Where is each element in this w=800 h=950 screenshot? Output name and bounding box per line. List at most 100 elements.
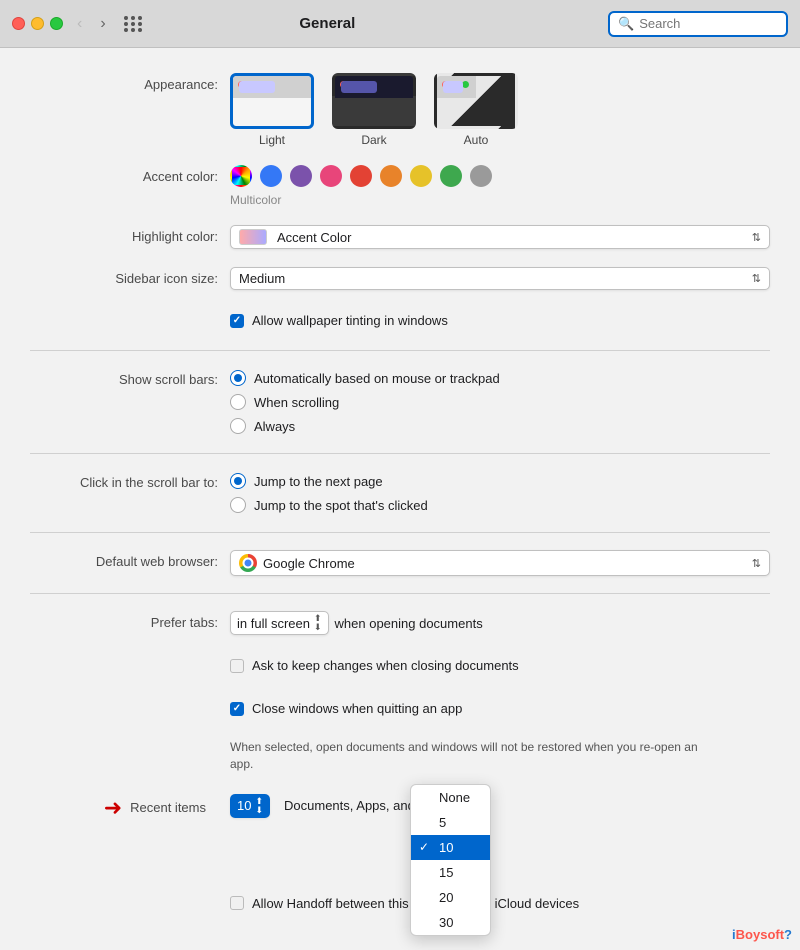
scroll-bars-auto-radio[interactable] (230, 370, 246, 386)
ask-keep-content: Ask to keep changes when closing documen… (230, 653, 770, 678)
appearance-label: Appearance: (30, 73, 230, 92)
watermark-brand: Boysoft (736, 927, 784, 942)
default-browser-section: Default web browser: Google Chrome ⇅ (30, 545, 770, 581)
appearance-dark-label: Dark (361, 133, 386, 147)
sidebar-icon-size-value: Medium (239, 271, 285, 286)
menu-item-30[interactable]: 30 (411, 910, 490, 935)
ask-keep-label: Ask to keep changes when closing documen… (252, 658, 519, 673)
accent-graphite[interactable] (470, 165, 492, 187)
handoff-content: Allow Handoff between this Mac and your … (230, 891, 770, 916)
ask-keep-checkbox-row: Ask to keep changes when closing documen… (230, 653, 770, 678)
default-browser-value: Google Chrome (263, 556, 355, 571)
recent-items-arrows: ⬆⬇ (255, 797, 263, 815)
menu-item-30-label: 30 (439, 915, 453, 930)
appearance-thumb-light[interactable] (230, 73, 314, 129)
default-browser-row: Default web browser: Google Chrome ⇅ (30, 545, 770, 581)
accent-color-content: Multicolor (230, 165, 770, 207)
accent-pink[interactable] (320, 165, 342, 187)
menu-item-10[interactable]: ✓ 10 (411, 835, 490, 860)
wallpaper-tinting-checkbox[interactable] (230, 314, 244, 328)
search-input[interactable] (639, 16, 779, 31)
appearance-dark[interactable]: Dark (332, 73, 416, 147)
default-browser-content: Google Chrome ⇅ (230, 550, 770, 576)
accent-color-section: Accent color: Multicolor (30, 160, 770, 212)
appearance-light-label: Light (259, 133, 285, 147)
handoff-section: Allow Handoff between this Mac and your … (30, 886, 770, 921)
appearance-light[interactable]: Light (230, 73, 314, 147)
recent-items-inline: 10 ⬆⬇ None 5 ✓ 10 (230, 794, 770, 818)
wallpaper-tinting-checkbox-row: Allow wallpaper tinting in windows (230, 308, 770, 333)
appearance-auto[interactable]: Auto (434, 73, 518, 147)
scroll-bars-scrolling-label: When scrolling (254, 395, 339, 410)
appearance-thumb-auto[interactable] (434, 73, 518, 129)
highlight-color-content: Accent Color ⇅ (230, 225, 770, 249)
scroll-bars-label: Show scroll bars: (30, 368, 230, 387)
accent-yellow[interactable] (410, 165, 432, 187)
prefer-tabs-inline: in full screen ⬆⬇ when opening documents (230, 611, 770, 635)
highlight-color-section: Highlight color: Accent Color ⇅ (30, 220, 770, 254)
menu-item-5-label: 5 (439, 815, 446, 830)
minimize-button[interactable] (31, 17, 44, 30)
handoff-checkbox[interactable] (230, 896, 244, 910)
accent-blue[interactable] (260, 165, 282, 187)
close-windows-checkbox[interactable] (230, 702, 244, 716)
default-browser-arrow: ⇅ (752, 557, 761, 570)
recent-items-label: ➜ Recent items (30, 791, 230, 821)
accent-red[interactable] (350, 165, 372, 187)
highlight-color-label: Highlight color: (30, 225, 230, 244)
recent-items-text: Recent items (130, 800, 206, 815)
accent-sublabel: Multicolor (230, 193, 770, 207)
sidebar-icon-size-row: Sidebar icon size: Medium ⇅ (30, 262, 770, 295)
menu-item-20[interactable]: 20 (411, 885, 490, 910)
prefer-tabs-section: Prefer tabs: in full screen ⬆⬇ when open… (30, 606, 770, 640)
menu-item-15[interactable]: 15 (411, 860, 490, 885)
click-scroll-section: Click in the scroll bar to: Jump to the … (30, 466, 770, 520)
accent-green[interactable] (440, 165, 462, 187)
scroll-bars-always-radio[interactable] (230, 418, 246, 434)
prefer-tabs-suffix: when opening documents (335, 616, 483, 631)
restore-note-text: When selected, open documents and window… (230, 739, 710, 773)
highlight-color-arrow: ⇅ (752, 231, 761, 244)
prefer-tabs-select[interactable]: in full screen ⬆⬇ (230, 611, 329, 635)
titlebar: ‹ › General 🔍 (0, 0, 800, 48)
menu-item-5[interactable]: 5 (411, 810, 490, 835)
highlight-color-select[interactable]: Accent Color ⇅ (230, 225, 770, 249)
handoff-spacer (30, 891, 230, 895)
click-scroll-next-radio[interactable] (230, 473, 246, 489)
accent-purple[interactable] (290, 165, 312, 187)
traffic-lights (12, 17, 63, 30)
click-scroll-options: Jump to the next page Jump to the spot t… (230, 471, 770, 515)
accent-color-label: Accent color: (30, 165, 230, 184)
ask-keep-spacer (30, 653, 230, 657)
close-windows-content: Close windows when quitting an app (230, 696, 770, 721)
close-button[interactable] (12, 17, 25, 30)
prefer-tabs-arrows: ⬆⬇ (314, 614, 322, 632)
appearance-thumb-dark[interactable] (332, 73, 416, 129)
sidebar-icon-size-arrow: ⇅ (752, 272, 761, 285)
recent-items-select[interactable]: 10 ⬆⬇ (230, 794, 270, 818)
prefer-tabs-label: Prefer tabs: (30, 611, 230, 630)
menu-item-none[interactable]: None (411, 785, 490, 810)
chrome-icon (239, 554, 257, 572)
recent-items-content: 10 ⬆⬇ None 5 ✓ 10 (230, 794, 770, 818)
handoff-checkbox-row: Allow Handoff between this Mac and your … (230, 891, 770, 916)
click-scroll-next-row: Jump to the next page (230, 471, 770, 491)
page-title: General (57, 15, 598, 32)
accent-orange[interactable] (380, 165, 402, 187)
close-windows-checkbox-row: Close windows when quitting an app (230, 696, 770, 721)
menu-item-15-label: 15 (439, 865, 453, 880)
scroll-bars-scrolling-row: When scrolling (230, 392, 770, 412)
click-scroll-spot-radio[interactable] (230, 497, 246, 513)
scroll-bars-scrolling-radio[interactable] (230, 394, 246, 410)
default-browser-select[interactable]: Google Chrome ⇅ (230, 550, 770, 576)
scroll-bars-options: Automatically based on mouse or trackpad… (230, 368, 770, 436)
close-windows-label: Close windows when quitting an app (252, 701, 462, 716)
restore-note-content: When selected, open documents and window… (230, 739, 770, 773)
accent-multicolor[interactable] (230, 165, 252, 187)
red-arrow-icon: ➜ (104, 795, 122, 821)
sidebar-icon-size-select[interactable]: Medium ⇅ (230, 267, 770, 290)
wallpaper-tinting-label: Allow wallpaper tinting in windows (252, 313, 448, 328)
check-icon: ✓ (419, 840, 429, 854)
recent-items-menu: None 5 ✓ 10 15 (410, 784, 491, 936)
ask-keep-checkbox[interactable] (230, 659, 244, 673)
